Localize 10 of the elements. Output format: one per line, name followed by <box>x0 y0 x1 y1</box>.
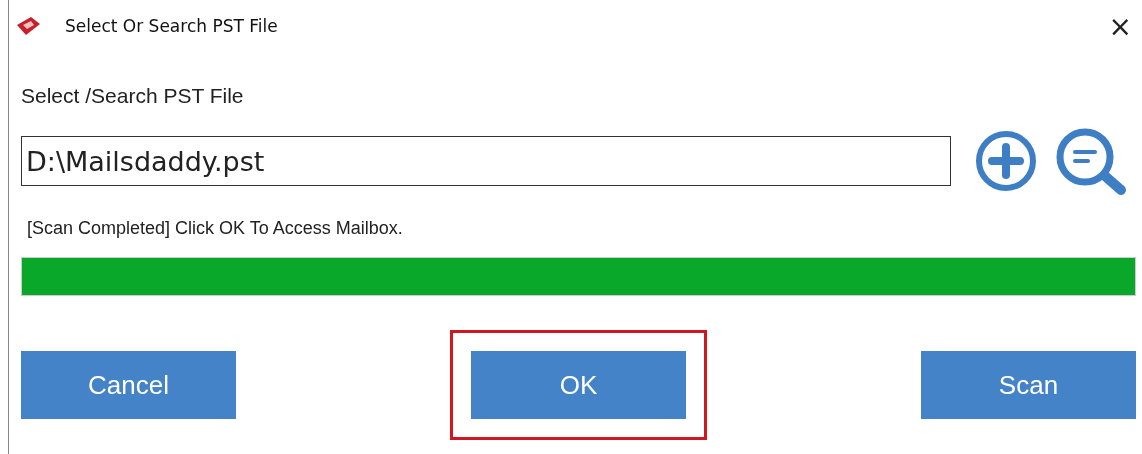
dialog-button[interactable]: Scan <box>921 351 1136 419</box>
path-field[interactable]: D:\Mailsdaddy.pst <box>21 136 951 186</box>
status-message: [Scan Completed] Click OK To Access Mailbox. <box>27 218 404 239</box>
close-button[interactable]: × <box>1100 9 1140 43</box>
dialog-button[interactable]: OK <box>471 351 686 419</box>
envelope-logo-icon <box>15 16 41 36</box>
add-icon[interactable] <box>973 128 1039 194</box>
field-label: Select /Search PST File <box>21 84 245 108</box>
dialog-button[interactable]: Cancel <box>21 351 236 419</box>
window-title: Select Or Search PST File <box>65 16 278 36</box>
